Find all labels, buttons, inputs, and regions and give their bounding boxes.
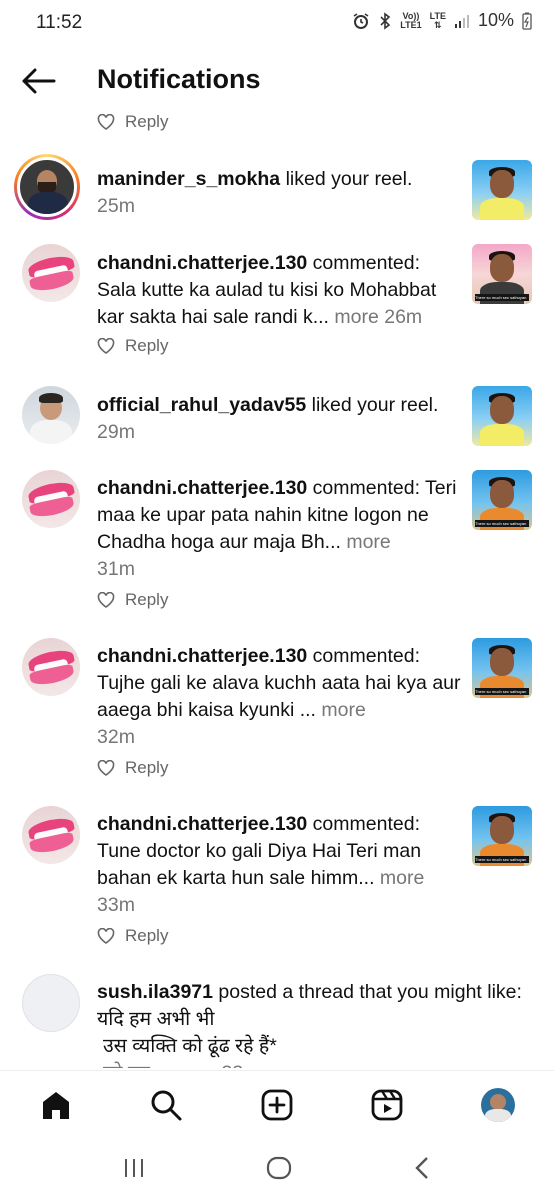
pink-lips-avatar-icon bbox=[22, 806, 80, 864]
reel-thumbnail[interactable] bbox=[472, 160, 532, 220]
notification-text: chandni.chatterjee.130 commented: Teri m… bbox=[97, 475, 462, 583]
nav-profile[interactable] bbox=[478, 1085, 518, 1125]
recents-button[interactable] bbox=[122, 1156, 146, 1185]
timestamp: 31m bbox=[97, 558, 135, 580]
nav-search[interactable] bbox=[146, 1085, 186, 1125]
reply-label: Reply bbox=[125, 758, 169, 777]
battery-charging-icon bbox=[522, 12, 532, 30]
reply-button[interactable]: Reply bbox=[97, 590, 168, 610]
avatar[interactable] bbox=[22, 244, 80, 302]
pink-lips-avatar-icon bbox=[22, 244, 80, 302]
timestamp: 25m bbox=[97, 195, 135, 217]
timestamp: 26m bbox=[378, 306, 423, 328]
reels-icon bbox=[371, 1089, 403, 1121]
reply-label: Reply bbox=[125, 590, 169, 609]
reply-button[interactable]: Reply bbox=[97, 336, 168, 356]
home-icon bbox=[43, 1092, 69, 1119]
more-link[interactable]: more bbox=[316, 699, 365, 721]
heart-outline-icon bbox=[97, 338, 115, 354]
avatar[interactable] bbox=[22, 974, 80, 1032]
username[interactable]: chandni.chatterjee.130 bbox=[97, 477, 307, 499]
reply-button[interactable]: Reply bbox=[97, 926, 168, 946]
timestamp: 32m bbox=[97, 726, 135, 748]
timestamp: 29m bbox=[97, 421, 135, 443]
nav-reels[interactable] bbox=[367, 1085, 407, 1125]
avatar[interactable] bbox=[14, 154, 80, 220]
home-button[interactable] bbox=[266, 1156, 292, 1185]
status-bar: 11:52 Vo)) LTE1 LTE ⇅ 10% bbox=[0, 0, 554, 44]
notifications-feed[interactable]: Reply maninder_s_mokha liked your reel. … bbox=[0, 106, 554, 1068]
notification-text: official_rahul_yadav55 liked your reel. … bbox=[97, 392, 462, 446]
heart-outline-icon bbox=[97, 114, 115, 130]
create-post-icon bbox=[261, 1089, 293, 1121]
status-icons: Vo)) LTE1 LTE ⇅ 10% bbox=[352, 10, 532, 31]
avatar[interactable] bbox=[22, 470, 80, 528]
avatar[interactable] bbox=[22, 386, 80, 444]
heart-outline-icon bbox=[97, 928, 115, 944]
username[interactable]: chandni.chatterjee.130 bbox=[97, 252, 307, 274]
system-navigation-bar bbox=[0, 1140, 554, 1200]
notification-text: chandni.chatterjee.130 commented: Sala k… bbox=[97, 252, 437, 328]
more-link[interactable]: more bbox=[329, 306, 378, 328]
reel-thumbnail[interactable]: There so much sec sathuyan bbox=[472, 470, 532, 530]
header: Notifications bbox=[0, 56, 554, 106]
pink-lips-avatar-icon bbox=[22, 638, 80, 696]
signal-icon bbox=[454, 14, 469, 28]
username[interactable]: official_rahul_yadav55 bbox=[97, 394, 306, 416]
bottom-navigation bbox=[0, 1070, 554, 1140]
heart-outline-icon bbox=[97, 760, 115, 776]
battery-percent: 10% bbox=[477, 10, 514, 30]
notification-text: maninder_s_mokha liked your reel. 25m bbox=[97, 166, 462, 220]
reel-thumbnail[interactable] bbox=[472, 386, 532, 446]
notification-text: sush.ila3971 posted a thread that you mi… bbox=[97, 981, 522, 1068]
reply-label: Reply bbox=[125, 336, 169, 355]
username[interactable]: maninder_s_mokha bbox=[97, 168, 280, 190]
back-button[interactable] bbox=[20, 66, 56, 96]
search-icon bbox=[151, 1090, 182, 1121]
nav-home[interactable] bbox=[36, 1085, 76, 1125]
notification-text: chandni.chatterjee.130 commented: Tune d… bbox=[97, 811, 462, 919]
avatar[interactable] bbox=[22, 806, 80, 864]
profile-avatar bbox=[481, 1088, 515, 1122]
volte-indicator: Vo)) LTE1 bbox=[400, 10, 422, 30]
blank-avatar-icon bbox=[23, 975, 79, 1031]
more-link[interactable]: more bbox=[375, 867, 424, 889]
bluetooth-icon bbox=[380, 11, 391, 30]
more-link[interactable]: more bbox=[341, 531, 390, 553]
back-arrow-icon bbox=[22, 68, 56, 94]
avatar[interactable] bbox=[22, 638, 80, 696]
alarm-icon bbox=[353, 12, 369, 29]
lte-indicator: LTE ⇅ bbox=[429, 10, 446, 30]
home-circle-icon bbox=[266, 1156, 292, 1180]
page-title: Notifications bbox=[97, 64, 261, 94]
username[interactable]: sush.ila3971 bbox=[97, 981, 213, 1003]
young-man-avatar-icon bbox=[22, 386, 80, 444]
username[interactable]: chandni.chatterjee.130 bbox=[97, 813, 307, 835]
timestamp: 33m bbox=[97, 894, 135, 916]
reply-button[interactable]: Reply bbox=[97, 112, 168, 132]
back-chevron-icon bbox=[415, 1157, 428, 1179]
reply-button[interactable]: Reply bbox=[97, 758, 168, 778]
recents-icon bbox=[125, 1159, 143, 1177]
reply-label: Reply bbox=[125, 926, 169, 945]
back-system-button[interactable] bbox=[412, 1156, 432, 1185]
nav-create[interactable] bbox=[257, 1085, 297, 1125]
reply-label: Reply bbox=[125, 112, 169, 131]
reel-thumbnail[interactable]: There so much sec sathuyan bbox=[472, 806, 532, 866]
username[interactable]: chandni.chatterjee.130 bbox=[97, 645, 307, 667]
reel-thumbnail[interactable]: There so much sec sathuyan bbox=[472, 244, 532, 304]
pink-lips-avatar-icon bbox=[22, 470, 80, 528]
bearded-man-avatar-icon bbox=[17, 157, 77, 217]
reel-thumbnail[interactable]: There so much sec sathuyan bbox=[472, 638, 532, 698]
heart-outline-icon bbox=[97, 592, 115, 608]
status-time: 11:52 bbox=[36, 12, 83, 33]
notification-text: chandni.chatterjee.130 commented: Tujhe … bbox=[97, 643, 462, 751]
